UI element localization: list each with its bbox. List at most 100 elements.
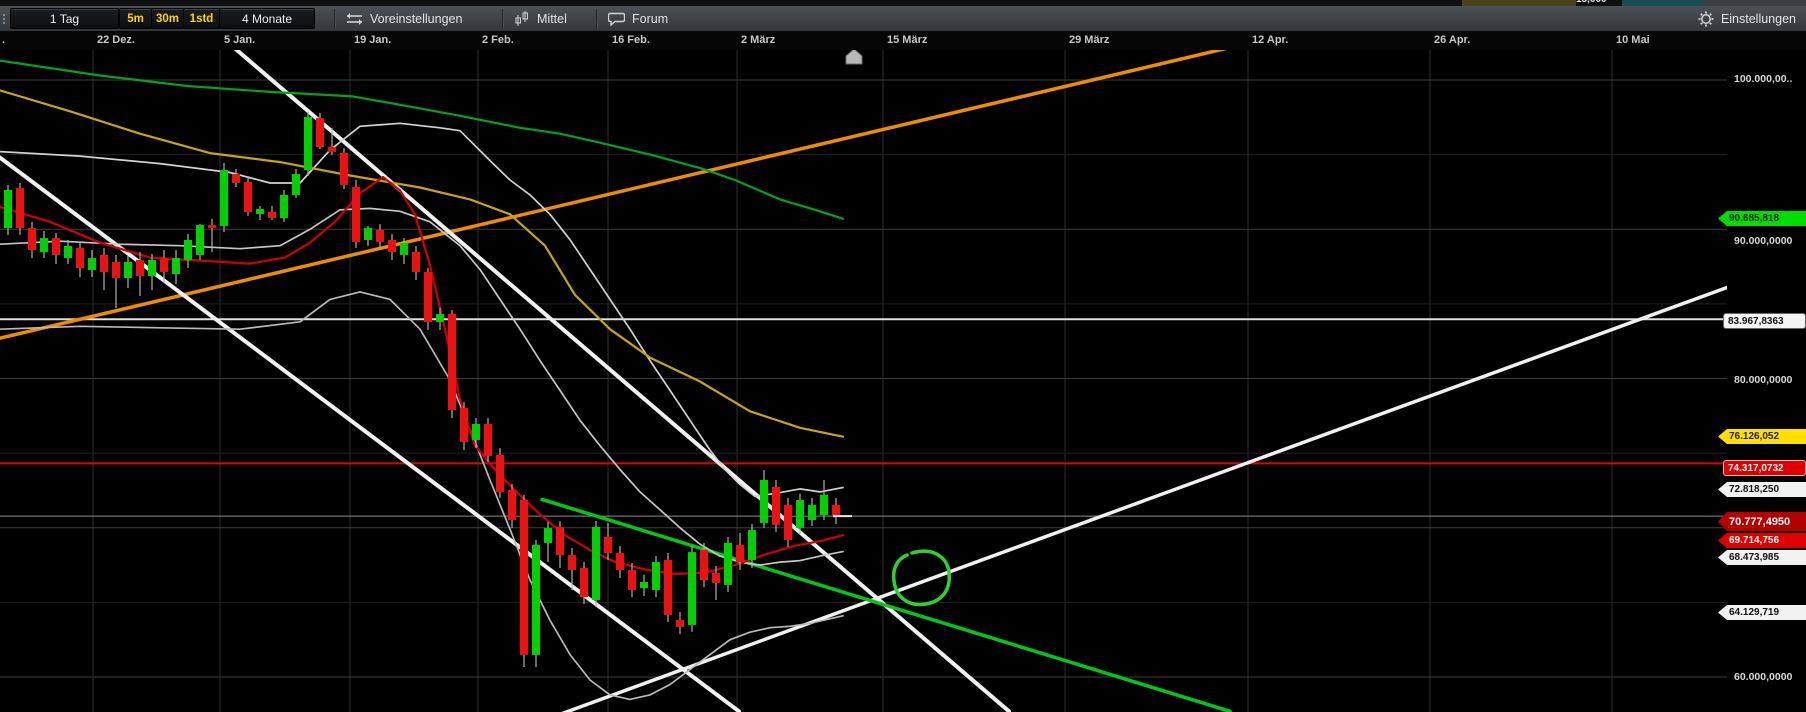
candle-down bbox=[136, 259, 144, 276]
candle-down bbox=[388, 239, 396, 252]
candle-down bbox=[244, 181, 252, 212]
candle-up bbox=[4, 189, 12, 229]
candle-down bbox=[100, 254, 108, 272]
date-axis-label: 2 Feb. bbox=[482, 34, 514, 46]
candle-down bbox=[28, 228, 36, 250]
price-tag: 72.818,250 bbox=[1718, 482, 1806, 497]
timeframe-button-5m[interactable]: 5m bbox=[119, 8, 152, 29]
candle-up bbox=[196, 225, 204, 255]
candle-up bbox=[532, 544, 540, 655]
candle-down bbox=[268, 211, 276, 219]
hand-drawn-circle-annotation[interactable] bbox=[891, 549, 952, 607]
candle-down bbox=[832, 504, 840, 517]
candle-up bbox=[592, 527, 600, 600]
speech-bubble-icon bbox=[607, 12, 626, 27]
date-axis[interactable]: . 22 Dez. 5 Jan. 19 Jan. 2 Feb. 16 Feb. 2 Mär… bbox=[0, 31, 1806, 50]
price-tag: 69.714,756 bbox=[1718, 533, 1806, 548]
candle-down bbox=[316, 118, 324, 148]
candle-up bbox=[280, 194, 288, 219]
menu-item-mittel[interactable]: Mittel bbox=[514, 6, 567, 31]
trendline-white-descending-2[interactable] bbox=[230, 50, 1011, 712]
candle-down bbox=[52, 238, 60, 255]
candle-up bbox=[808, 504, 816, 520]
candle-down bbox=[664, 559, 672, 615]
menu-item-forum[interactable]: Forum bbox=[607, 6, 669, 31]
price-tag: 90.685,818 bbox=[1718, 211, 1806, 226]
candle-up bbox=[640, 581, 648, 589]
sliders-icon bbox=[346, 12, 363, 26]
band-lower bbox=[0, 291, 844, 701]
candle-down bbox=[616, 552, 624, 570]
date-axis-label: 2 März bbox=[741, 34, 776, 46]
candle-down bbox=[208, 225, 216, 229]
candle-up bbox=[292, 174, 300, 195]
plot-area[interactable] bbox=[0, 50, 1727, 712]
candle-down bbox=[628, 569, 636, 590]
timeframe-button-30m[interactable]: 30m bbox=[151, 8, 184, 29]
candle-down bbox=[712, 572, 720, 583]
trendline-green-descending[interactable] bbox=[540, 497, 1232, 712]
price-axis-label: 60.000,0000 bbox=[1734, 671, 1793, 683]
trendline-white-descending-1[interactable] bbox=[0, 155, 741, 712]
candle-down bbox=[604, 537, 612, 553]
settings-button[interactable]: Einstellungen bbox=[1698, 6, 1796, 31]
price-axis-label: 80.000,0000 bbox=[1734, 374, 1793, 386]
candle-up bbox=[760, 479, 768, 523]
toolbar-separator bbox=[334, 9, 335, 28]
gear-icon bbox=[1698, 11, 1714, 27]
menu-item-label: Mittel bbox=[537, 11, 567, 26]
candle-down bbox=[424, 271, 432, 322]
candle-up bbox=[88, 258, 96, 270]
chart-canvas[interactable] bbox=[0, 50, 1806, 712]
date-axis-label: 26 Apr. bbox=[1434, 34, 1471, 46]
date-axis-label: 29 März bbox=[1069, 34, 1110, 46]
menu-item-voreinstellungen[interactable]: Voreinstellungen bbox=[346, 6, 462, 31]
price-tag: 74.317,0732 bbox=[1723, 460, 1806, 476]
price-axis-label: 90.000,0000 bbox=[1734, 235, 1793, 247]
candle-down bbox=[496, 454, 504, 492]
band-middle bbox=[0, 207, 844, 566]
candle-down bbox=[568, 555, 576, 570]
menu-item-label: Forum bbox=[632, 11, 669, 26]
menu-item-label: Voreinstellungen bbox=[370, 11, 463, 26]
chart-position-marker[interactable] bbox=[845, 50, 863, 65]
date-axis-label: 12 Apr. bbox=[1252, 34, 1289, 46]
date-axis-label: 16 Feb. bbox=[612, 34, 650, 46]
ma-slow-green bbox=[0, 59, 845, 220]
drag-handle-icon[interactable] bbox=[1, 10, 7, 27]
candle-up bbox=[256, 208, 264, 215]
timeframe-button-1std[interactable]: 1std bbox=[183, 8, 220, 29]
trendline-white-ascending[interactable] bbox=[560, 285, 1727, 712]
candle-up bbox=[304, 117, 312, 170]
candle-down bbox=[232, 174, 240, 183]
price-tag: 76.126,052 bbox=[1718, 429, 1806, 444]
range-button-4monate[interactable]: 4 Monate bbox=[219, 8, 315, 29]
candle-down bbox=[736, 544, 744, 562]
candle-up bbox=[400, 242, 408, 255]
candle-down bbox=[580, 568, 588, 598]
timeframe-button-1tag[interactable]: 1 Tag bbox=[10, 8, 119, 29]
candle-down bbox=[112, 261, 120, 279]
chart-toolbar: 1 Tag 5m 30m 1std 4 Monate Voreinstellun… bbox=[0, 6, 1806, 32]
candle-up bbox=[472, 424, 480, 440]
settings-label: Einstellungen bbox=[1720, 11, 1796, 26]
date-axis-label: 10 Mai bbox=[1616, 34, 1650, 46]
price-tag: 83.967,8363 bbox=[1723, 313, 1806, 329]
toolbar-separator bbox=[502, 9, 503, 28]
candle-down bbox=[376, 229, 384, 242]
candle-up bbox=[724, 542, 732, 585]
candlestick-icon bbox=[514, 11, 530, 26]
candle-up bbox=[220, 169, 228, 226]
candle-down bbox=[448, 314, 456, 410]
candle-up bbox=[124, 261, 132, 279]
candle-down bbox=[784, 504, 792, 540]
candle-down bbox=[772, 487, 780, 525]
candle-down bbox=[460, 408, 468, 442]
candle-down bbox=[484, 424, 492, 456]
candle-down bbox=[16, 188, 24, 229]
candle-down bbox=[340, 152, 348, 185]
candle-up bbox=[172, 258, 180, 275]
date-axis-partial-label: . bbox=[2, 34, 6, 46]
candle-down bbox=[412, 251, 420, 272]
date-axis-label: 15 März bbox=[887, 34, 928, 46]
